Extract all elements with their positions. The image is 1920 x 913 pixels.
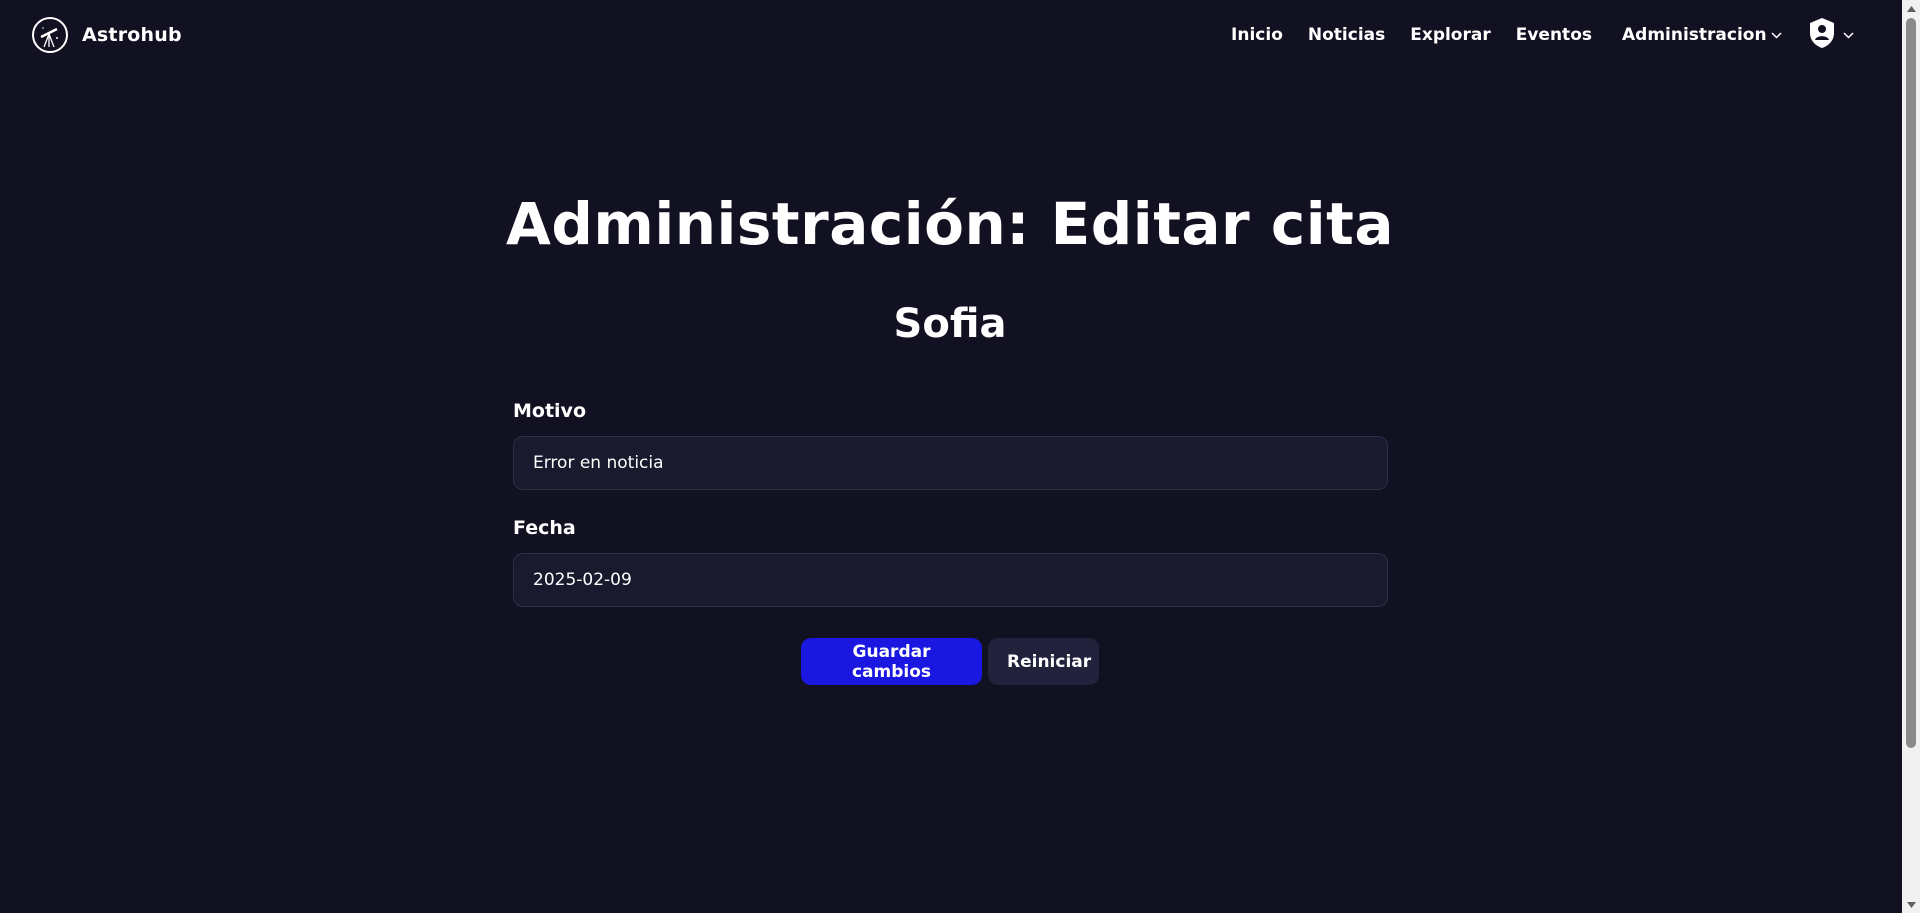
scroll-thumb[interactable] xyxy=(1906,18,1916,748)
page-subtitle: Sofia xyxy=(893,301,1007,347)
motivo-field-group: Motivo Error en noticia xyxy=(513,400,1388,490)
fecha-input[interactable]: 2025-02-09 xyxy=(513,553,1388,607)
admin-dropdown[interactable]: Administracion xyxy=(1622,0,1783,70)
nav-link-explorar[interactable]: Explorar xyxy=(1410,25,1491,45)
user-menu[interactable] xyxy=(1808,18,1854,52)
page-title: Administración: Editar cita xyxy=(506,190,1394,258)
scroll-down-arrow-icon[interactable] xyxy=(1902,896,1920,913)
fecha-label: Fecha xyxy=(513,517,576,539)
nav-link-eventos[interactable]: Eventos xyxy=(1516,25,1592,45)
brand-name: Astrohub xyxy=(82,24,182,46)
save-button[interactable]: Guardar cambios xyxy=(801,638,982,685)
admin-dropdown-label: Administracion xyxy=(1622,25,1767,45)
page: Astrohub Inicio Noticias Explorar Evento… xyxy=(0,0,1920,913)
nav-links: Inicio Noticias Explorar Eventos xyxy=(1231,0,1592,70)
telescope-icon xyxy=(32,17,68,53)
fecha-field-group: Fecha 2025-02-09 xyxy=(513,517,1388,607)
navbar: Astrohub Inicio Noticias Explorar Evento… xyxy=(0,0,1900,70)
edit-appointment-form: Motivo Error en noticia Fecha 2025-02-09 xyxy=(513,400,1388,607)
chevron-down-icon xyxy=(1842,29,1854,41)
nav-link-noticias[interactable]: Noticias xyxy=(1308,25,1385,45)
motivo-label: Motivo xyxy=(513,400,586,422)
brand-link[interactable]: Astrohub xyxy=(32,17,182,53)
user-shield-icon xyxy=(1808,17,1836,53)
scroll-up-arrow-icon[interactable] xyxy=(1902,0,1920,17)
scrollbar[interactable] xyxy=(1902,0,1920,913)
nav-link-inicio[interactable]: Inicio xyxy=(1231,25,1283,45)
motivo-input[interactable]: Error en noticia xyxy=(513,436,1388,490)
reset-button[interactable]: Reiniciar xyxy=(988,638,1099,685)
chevron-down-icon xyxy=(1771,29,1783,41)
form-actions: Guardar cambios Reiniciar xyxy=(0,638,1900,685)
